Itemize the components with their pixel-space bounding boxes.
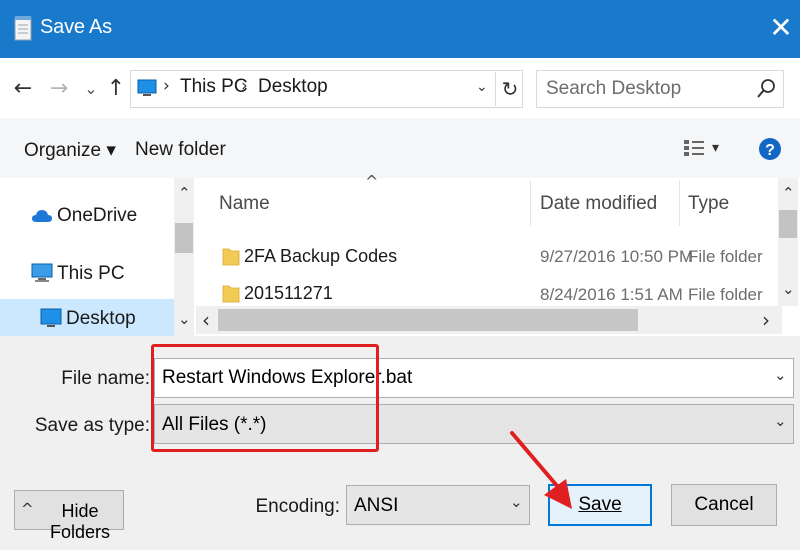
help-icon[interactable]: ?: [758, 135, 782, 163]
address-dropdown-icon[interactable]: ⌄: [476, 79, 488, 95]
file-list-horizontal-scroll-thumb[interactable]: [218, 309, 638, 331]
column-header-type[interactable]: Type: [688, 193, 729, 215]
encoding-label: Encoding:: [255, 496, 340, 517]
breadcrumb-separator: ›: [163, 76, 170, 96]
scroll-left-icon[interactable]: ‹: [202, 308, 210, 332]
sort-ascending-icon: ^: [365, 172, 379, 191]
file-name-label: File name:: [61, 368, 150, 389]
recent-locations-icon[interactable]: ⌄: [78, 74, 104, 104]
hide-folders-button[interactable]: ^ Hide Folders: [14, 490, 124, 542]
notepad-icon: [14, 16, 32, 41]
sidebar-item-this-pc[interactable]: This PC: [57, 263, 125, 285]
column-separator: [679, 180, 680, 226]
view-details-icon[interactable]: [683, 137, 705, 159]
save-button-label: Save: [578, 494, 622, 515]
navigation-scroll-thumb[interactable]: [175, 223, 193, 253]
column-header-name[interactable]: Name: [219, 193, 270, 215]
up-icon[interactable]: ↑: [103, 74, 129, 104]
back-icon[interactable]: ←: [10, 74, 36, 104]
desktop-icon: [40, 308, 62, 327]
table-row[interactable]: 2FA Backup Codes 9/27/2016 10:50 PM File…: [220, 240, 775, 274]
scroll-right-icon[interactable]: ›: [762, 308, 770, 332]
file-list-scroll-down-icon[interactable]: ⌄: [782, 280, 795, 298]
folder-icon: [222, 285, 240, 303]
cloud-icon: [32, 210, 52, 222]
table-row[interactable]: 201511271 8/24/2016 1:51 AM File folder: [220, 279, 775, 309]
title-bar: [0, 0, 800, 58]
file-name-cell: 2FA Backup Codes: [244, 246, 398, 266]
save-as-type-dropdown-icon[interactable]: ⌄: [774, 412, 787, 430]
search-placeholder: Search Desktop: [546, 78, 682, 99]
folder-icon: [222, 248, 240, 266]
refresh-icon[interactable]: ↻: [498, 74, 522, 104]
sidebar-item-onedrive[interactable]: OneDrive: [57, 205, 137, 227]
date-modified-cell: 8/24/2016 1:51 AM: [540, 285, 683, 304]
file-name-dropdown-icon[interactable]: ⌄: [774, 366, 787, 384]
window-title: Save As: [40, 16, 112, 38]
breadcrumb-desktop[interactable]: Desktop: [258, 76, 328, 98]
hide-folders-label: Hide Folders: [49, 501, 111, 542]
address-divider: [495, 72, 496, 106]
type-cell: File folder: [688, 247, 763, 266]
forward-icon[interactable]: →: [46, 74, 72, 104]
sidebar-item-desktop[interactable]: Desktop: [66, 308, 136, 330]
annotation-highlight-box: [151, 344, 379, 452]
column-header-date-modified[interactable]: Date modified: [540, 193, 657, 215]
view-options-caret[interactable]: ▾: [712, 137, 719, 159]
search-icon[interactable]: [756, 78, 776, 100]
new-folder-button[interactable]: New folder: [135, 139, 226, 161]
column-separator: [530, 180, 531, 226]
svg-text:?: ?: [765, 142, 775, 159]
breadcrumb-separator: ›: [241, 76, 248, 96]
file-list-scroll-up-icon[interactable]: ⌃: [782, 184, 795, 202]
date-modified-cell: 9/27/2016 10:50 PM: [540, 247, 694, 266]
chevron-up-icon: ^: [21, 500, 34, 518]
file-list-vertical-scroll-thumb[interactable]: [779, 210, 797, 238]
nav-scroll-up-icon[interactable]: ⌃: [178, 184, 191, 202]
annotation-arrow-icon: [510, 431, 572, 509]
computer-icon: [31, 263, 53, 282]
desktop-icon: [137, 79, 157, 96]
organize-button[interactable]: Organize ▾: [24, 139, 116, 162]
encoding-value: ANSI: [354, 495, 399, 516]
save-as-type-label: Save as type:: [34, 415, 150, 436]
cancel-button-label: Cancel: [694, 494, 754, 515]
command-bar: [0, 118, 800, 178]
nav-scroll-down-icon[interactable]: ⌄: [178, 310, 191, 328]
close-icon[interactable]: ✕: [766, 12, 796, 44]
file-name-cell: 201511271: [244, 283, 333, 303]
cancel-button[interactable]: Cancel: [671, 484, 777, 526]
breadcrumb-this-pc[interactable]: This PC: [180, 76, 248, 98]
type-cell: File folder: [688, 285, 763, 304]
